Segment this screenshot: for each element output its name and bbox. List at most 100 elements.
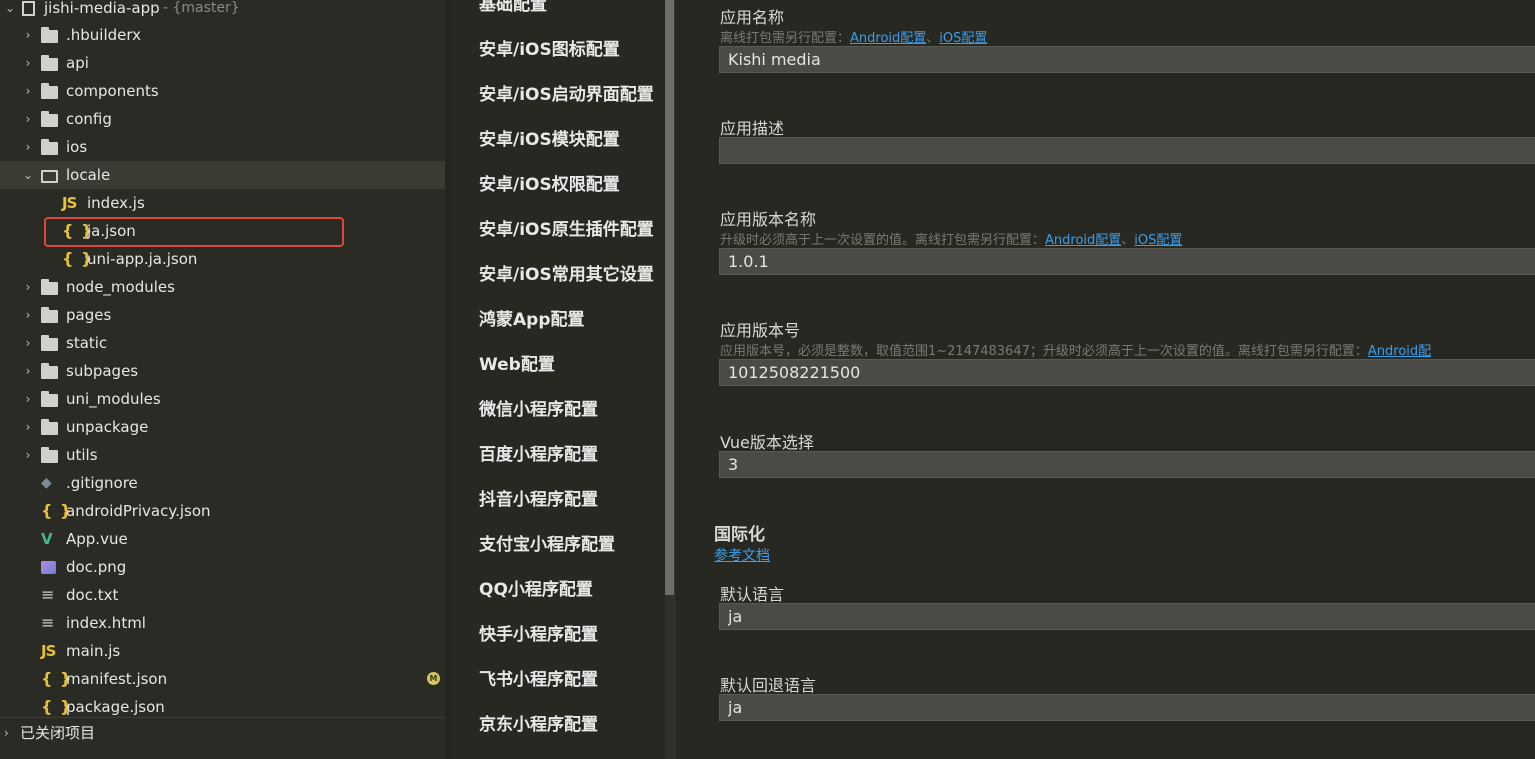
tree-file-row[interactable]: ◆ .gitignore bbox=[0, 469, 445, 497]
tree-file-row[interactable]: JS index.js bbox=[0, 189, 445, 217]
javascript-file-icon-glyph: JS bbox=[41, 642, 56, 660]
tree-folder-row[interactable]: › subpages bbox=[0, 357, 445, 385]
tree-folder-row[interactable]: › config bbox=[0, 105, 445, 133]
config-nav-item[interactable]: 抖音小程序配置 bbox=[479, 488, 598, 512]
android-config-link[interactable]: Android配置 bbox=[1045, 233, 1121, 248]
config-nav-item[interactable]: 基础配置 bbox=[479, 0, 547, 17]
tree-item-label: App.vue bbox=[66, 530, 128, 548]
folder-icon bbox=[41, 385, 58, 413]
app-name-label: 应用名称 bbox=[720, 8, 785, 27]
chevron-right-icon[interactable]: › bbox=[22, 301, 34, 329]
text-file-icon: ≡ bbox=[41, 581, 54, 609]
tree-item-label: uni_modules bbox=[66, 390, 161, 408]
default-locale-input[interactable] bbox=[719, 603, 1535, 630]
image-file-icon-glyph bbox=[41, 560, 56, 574]
folder-icon bbox=[41, 301, 58, 329]
config-nav: 基础配置 安卓/iOS图标配置 安卓/iOS启动界面配置 安卓/iOS模块配置 安卓/i… bbox=[453, 0, 665, 759]
tree-folder-row[interactable]: › pages bbox=[0, 301, 445, 329]
folder-icon bbox=[41, 21, 58, 49]
ios-config-link[interactable]: iOS配置 bbox=[939, 31, 987, 46]
config-nav-item[interactable]: 飞书小程序配置 bbox=[479, 668, 598, 692]
app-name-input[interactable] bbox=[719, 46, 1535, 73]
config-nav-item[interactable]: QQ小程序配置 bbox=[479, 578, 593, 602]
chevron-right-icon[interactable]: › bbox=[22, 77, 34, 105]
config-nav-item[interactable]: 安卓/iOS原生插件配置 bbox=[479, 218, 654, 242]
reference-docs-link[interactable]: 参考文档 bbox=[714, 545, 770, 565]
tree-folder-row[interactable]: › node_modules bbox=[0, 273, 445, 301]
chevron-right-icon[interactable]: › bbox=[4, 721, 9, 745]
chevron-down-icon[interactable]: ⌄ bbox=[22, 161, 34, 189]
tree-file-row[interactable]: { } manifest.json M bbox=[0, 665, 445, 693]
vue-version-select[interactable] bbox=[719, 451, 1535, 478]
chevron-right-icon[interactable]: › bbox=[22, 441, 34, 469]
folder-icon-glyph bbox=[41, 138, 58, 155]
chevron-right-icon[interactable]: › bbox=[22, 385, 34, 413]
chevron-right-icon[interactable]: › bbox=[22, 21, 34, 49]
chevron-right-icon[interactable]: › bbox=[22, 105, 34, 133]
tree-root-project[interactable]: ⌄ jishi-media-app - {master} bbox=[0, 0, 445, 22]
version-name-input[interactable] bbox=[719, 248, 1535, 275]
version-name-label: 应用版本名称 bbox=[720, 210, 817, 229]
chevron-right-icon[interactable]: › bbox=[22, 357, 34, 385]
tree-folder-row[interactable]: › utils bbox=[0, 441, 445, 469]
javascript-file-icon-glyph: JS bbox=[62, 194, 77, 212]
chevron-right-icon[interactable]: › bbox=[22, 329, 34, 357]
config-nav-item[interactable]: 安卓/iOS图标配置 bbox=[479, 38, 620, 62]
config-nav-item[interactable]: 安卓/iOS模块配置 bbox=[479, 128, 620, 152]
folder-icon-glyph bbox=[41, 418, 58, 435]
tree-file-row[interactable]: V App.vue bbox=[0, 525, 445, 553]
config-nav-item[interactable]: 百度小程序配置 bbox=[479, 443, 598, 467]
config-nav-item[interactable]: Web配置 bbox=[479, 353, 555, 377]
config-nav-item[interactable]: 安卓/iOS启动界面配置 bbox=[479, 83, 654, 107]
text-file-icon: ≡ bbox=[41, 609, 54, 637]
tree-item-label: main.js bbox=[66, 642, 121, 660]
tree-file-row[interactable]: ≡ doc.txt bbox=[0, 581, 445, 609]
folder-icon-glyph bbox=[41, 26, 58, 43]
sidebar-splitter[interactable] bbox=[445, 0, 453, 759]
config-nav-item[interactable]: 鸿蒙App配置 bbox=[479, 308, 585, 332]
tree-folder-row[interactable]: › .hbuilderx bbox=[0, 21, 445, 49]
android-config-link[interactable]: Android配 bbox=[1368, 344, 1431, 359]
tree-folder-row[interactable]: › ios bbox=[0, 133, 445, 161]
tree-folder-row[interactable]: › api bbox=[0, 49, 445, 77]
chevron-down-icon[interactable]: ⌄ bbox=[4, 0, 16, 22]
nav-scrollbar-thumb[interactable] bbox=[665, 0, 674, 595]
config-nav-item[interactable]: 京东小程序配置 bbox=[479, 713, 598, 737]
project-explorer: ⌄ jishi-media-app - {master} › .hbuilderx… bbox=[0, 0, 445, 759]
tree-file-row[interactable]: { } uni-app.ja.json bbox=[0, 245, 445, 273]
tree-file-row[interactable]: ≡ index.html bbox=[0, 609, 445, 637]
config-form: 应用名称 离线打包需另行配置：Android配置、iOS配置 应用描述 应用版本… bbox=[675, 0, 1535, 759]
chevron-right-icon[interactable]: › bbox=[22, 273, 34, 301]
app-desc-input[interactable] bbox=[719, 137, 1535, 164]
tree-item-label: manifest.json bbox=[66, 670, 168, 688]
version-code-input[interactable] bbox=[719, 359, 1535, 386]
tree-folder-row[interactable]: › components bbox=[0, 77, 445, 105]
tree-file-row[interactable]: { } androidPrivacy.json bbox=[0, 497, 445, 525]
tree-folder-row[interactable]: › static bbox=[0, 329, 445, 357]
tree-item-label: subpages bbox=[66, 362, 139, 380]
app-desc-label: 应用描述 bbox=[720, 119, 785, 138]
ios-config-link[interactable]: iOS配置 bbox=[1134, 233, 1182, 248]
tree-folder-row[interactable]: › unpackage bbox=[0, 413, 445, 441]
chevron-right-icon[interactable]: › bbox=[22, 413, 34, 441]
folder-icon bbox=[41, 357, 58, 385]
selection-highlight bbox=[44, 217, 344, 247]
config-nav-item[interactable]: 支付宝小程序配置 bbox=[479, 533, 615, 557]
config-nav-item[interactable]: 微信小程序配置 bbox=[479, 398, 598, 422]
android-config-link[interactable]: Android配置 bbox=[850, 31, 926, 46]
chevron-right-icon[interactable]: › bbox=[22, 133, 34, 161]
config-nav-item[interactable]: 安卓/iOS权限配置 bbox=[479, 173, 620, 197]
chevron-right-icon[interactable]: › bbox=[22, 49, 34, 77]
tree-item-label: static bbox=[66, 334, 108, 352]
tree-folder-row[interactable]: › uni_modules bbox=[0, 385, 445, 413]
config-nav-item[interactable]: 快手小程序配置 bbox=[479, 623, 598, 647]
tree-item-label: components bbox=[66, 82, 159, 100]
tree-folder-row[interactable]: ⌄ locale bbox=[0, 161, 445, 189]
tree-item-label: pages bbox=[66, 306, 112, 324]
folder-icon bbox=[41, 273, 58, 301]
tree-item-label: node_modules bbox=[66, 278, 175, 296]
config-nav-item[interactable]: 安卓/iOS常用其它设置 bbox=[479, 263, 654, 287]
fallback-locale-input[interactable] bbox=[719, 694, 1535, 721]
tree-file-row[interactable]: doc.png bbox=[0, 553, 445, 581]
tree-file-row[interactable]: JS main.js bbox=[0, 637, 445, 665]
